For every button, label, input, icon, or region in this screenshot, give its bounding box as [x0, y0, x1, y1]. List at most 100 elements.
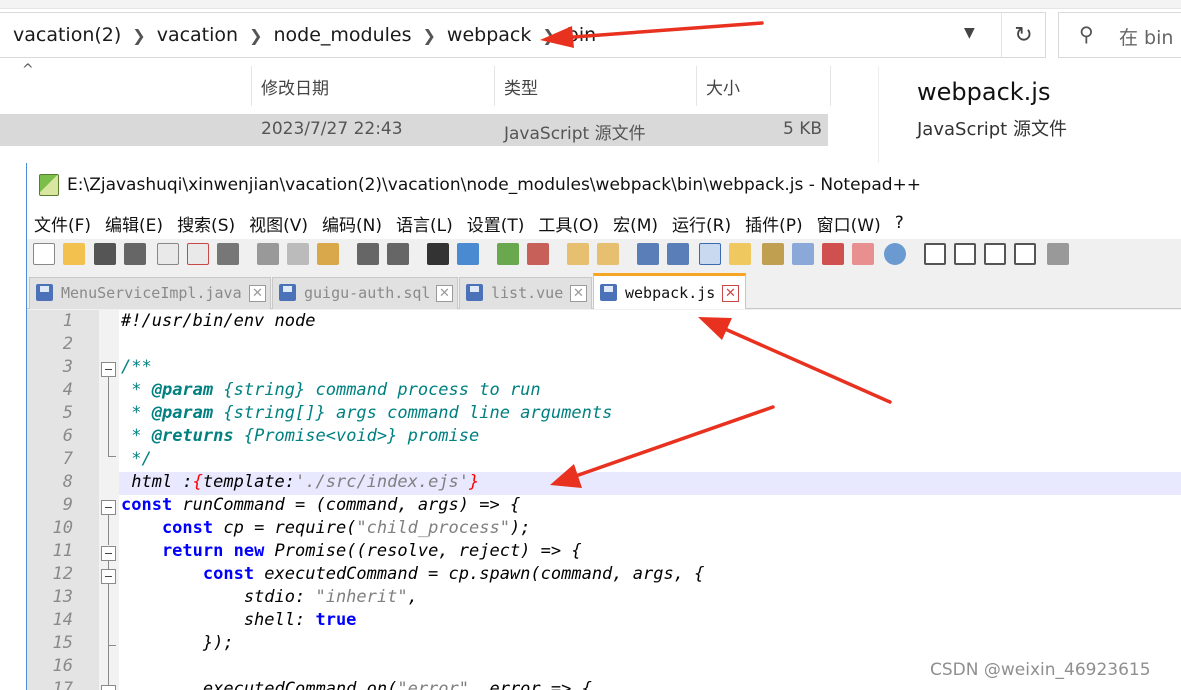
- monitoring-icon[interactable]: [884, 243, 906, 265]
- zoom-out-icon[interactable]: [527, 243, 549, 265]
- search-placeholder: 在 bin 中: [1119, 27, 1181, 49]
- menu-macro[interactable]: 宏(M): [613, 211, 658, 236]
- column-divider[interactable]: [251, 66, 252, 106]
- tab-guigu-auth[interactable]: guigu-auth.sql ✕: [272, 277, 458, 309]
- column-divider[interactable]: [830, 66, 831, 106]
- menu-window[interactable]: 窗口(W): [817, 211, 881, 236]
- crumb-vacation[interactable]: vacation: [157, 24, 238, 46]
- fold-toggle-icon[interactable]: [101, 685, 116, 690]
- undo-icon[interactable]: [357, 243, 379, 265]
- word-wrap-icon[interactable]: [637, 243, 659, 265]
- code-token: "child_process": [356, 518, 510, 538]
- save-icon: [36, 284, 53, 301]
- tab-webpack-js[interactable]: webpack.js ✕: [593, 273, 746, 309]
- open-file-icon[interactable]: [63, 243, 85, 265]
- stop-macro-icon[interactable]: [954, 243, 976, 265]
- refresh-icon[interactable]: ↻: [1001, 13, 1045, 57]
- fold-line: [108, 377, 109, 456]
- fold-toggle-icon[interactable]: [101, 569, 116, 584]
- column-modified[interactable]: 修改日期: [261, 74, 329, 99]
- zoom-in-icon[interactable]: [497, 243, 519, 265]
- menu-language[interactable]: 语言(L): [396, 211, 453, 236]
- show-all-chars-icon[interactable]: [667, 243, 689, 265]
- column-type[interactable]: 类型: [504, 74, 538, 99]
- code-line-1: #!/usr/bin/env node: [121, 311, 316, 331]
- save-icon[interactable]: [94, 243, 116, 265]
- code-token: {string} command process to run: [213, 380, 541, 400]
- menu-help[interactable]: ?: [895, 213, 904, 233]
- function-list-icon[interactable]: [822, 243, 844, 265]
- title-bar[interactable]: E:\Zjavashuqi\xinwenjian\vacation(2)\vac…: [27, 163, 1181, 207]
- close-icon[interactable]: ✕: [570, 285, 587, 302]
- preview-file-type: JavaScript 源文件: [917, 119, 1067, 140]
- menu-edit[interactable]: 编辑(E): [105, 211, 163, 236]
- sync-horizontal-icon[interactable]: [597, 243, 619, 265]
- menu-settings[interactable]: 设置(T): [467, 211, 525, 236]
- tab-menuserviceimpl[interactable]: MenuServiceImpl.java ✕: [29, 277, 271, 309]
- run-macro-multiple-icon[interactable]: [1014, 243, 1036, 265]
- code-editor[interactable]: 1 2 3 4 5 6 7 8 9 10 11 12 13 14 15 16 1…: [27, 310, 1181, 690]
- address-bar[interactable]: vacation(2) ❯ vacation ❯ node_modules ❯ …: [0, 12, 1046, 58]
- code-token: Promise((resolve, reject) => {: [264, 541, 582, 561]
- menu-tools[interactable]: 工具(O): [538, 211, 599, 236]
- column-divider[interactable]: [494, 66, 495, 106]
- chevron-down-icon[interactable]: ▼: [964, 25, 975, 41]
- menu-run[interactable]: 运行(R): [672, 211, 731, 236]
- menu-plugins[interactable]: 插件(P): [745, 211, 803, 236]
- file-row-selected[interactable]: 2023/7/27 22:43 JavaScript 源文件 5 KB: [0, 114, 828, 146]
- code-token: {Promise<void>} promise: [233, 426, 480, 446]
- crumb-bin[interactable]: bin: [567, 24, 596, 46]
- menu-view[interactable]: 视图(V): [249, 211, 308, 236]
- search-input[interactable]: ⚲ 在 bin 中: [1058, 12, 1181, 58]
- save-all-icon[interactable]: [124, 243, 146, 265]
- copy-icon[interactable]: [287, 243, 309, 265]
- fold-toggle-icon[interactable]: [101, 546, 116, 561]
- crumb-vacation2[interactable]: vacation(2): [13, 24, 121, 46]
- user-language-icon[interactable]: [729, 243, 751, 265]
- fold-toggle-icon[interactable]: [101, 500, 116, 515]
- close-all-icon[interactable]: [187, 243, 209, 265]
- code-token: const: [121, 564, 255, 584]
- line-number: 15: [52, 633, 73, 653]
- close-icon[interactable]: ✕: [722, 285, 739, 302]
- menu-encoding[interactable]: 编码(N): [322, 211, 382, 236]
- code-token: stdio:: [121, 587, 316, 607]
- sync-vertical-icon[interactable]: [567, 243, 589, 265]
- replace-icon[interactable]: [457, 243, 479, 265]
- crumb-webpack[interactable]: webpack: [447, 24, 531, 46]
- code-token: html :: [121, 472, 193, 492]
- indent-guide-icon[interactable]: [699, 243, 721, 265]
- new-file-icon[interactable]: [33, 243, 55, 265]
- record-macro-icon[interactable]: [924, 243, 946, 265]
- play-macro-icon[interactable]: [984, 243, 1006, 265]
- tab-list-vue[interactable]: list.vue ✕: [459, 277, 592, 309]
- menu-file[interactable]: 文件(F): [34, 211, 91, 236]
- folder-workspace-icon[interactable]: [852, 243, 874, 265]
- cut-icon[interactable]: [257, 243, 279, 265]
- line-number: 11: [52, 541, 73, 561]
- doc-map-icon[interactable]: [762, 243, 784, 265]
- fold-toggle-icon[interactable]: [101, 362, 116, 377]
- doc-list-icon[interactable]: [792, 243, 814, 265]
- code-token: ,: [407, 587, 418, 607]
- code-token: {: [192, 472, 203, 492]
- close-icon[interactable]: ✕: [436, 285, 453, 302]
- column-divider[interactable]: [696, 66, 697, 106]
- find-icon[interactable]: [427, 243, 449, 265]
- breadcrumb: vacation(2) ❯ vacation ❯ node_modules ❯ …: [13, 13, 596, 57]
- code-line-6: * @returns {Promise<void>} promise: [121, 426, 479, 446]
- crumb-node-modules[interactable]: node_modules: [273, 24, 411, 46]
- file-type: JavaScript 源文件: [504, 124, 646, 144]
- fold-line: [108, 515, 109, 545]
- notepad-app-icon: [39, 174, 59, 196]
- menu-search[interactable]: 搜索(S): [177, 211, 235, 236]
- notepad-plus-plus-window: E:\Zjavashuqi\xinwenjian\vacation(2)\vac…: [26, 163, 1181, 690]
- redo-icon[interactable]: [387, 243, 409, 265]
- print-icon[interactable]: [217, 243, 239, 265]
- close-file-icon[interactable]: [157, 243, 179, 265]
- close-icon[interactable]: ✕: [249, 285, 266, 302]
- save-macro-icon[interactable]: [1047, 243, 1069, 265]
- paste-icon[interactable]: [317, 243, 339, 265]
- column-size[interactable]: 大小: [706, 74, 740, 99]
- code-token: runCommand = (command, args) => {: [172, 495, 521, 515]
